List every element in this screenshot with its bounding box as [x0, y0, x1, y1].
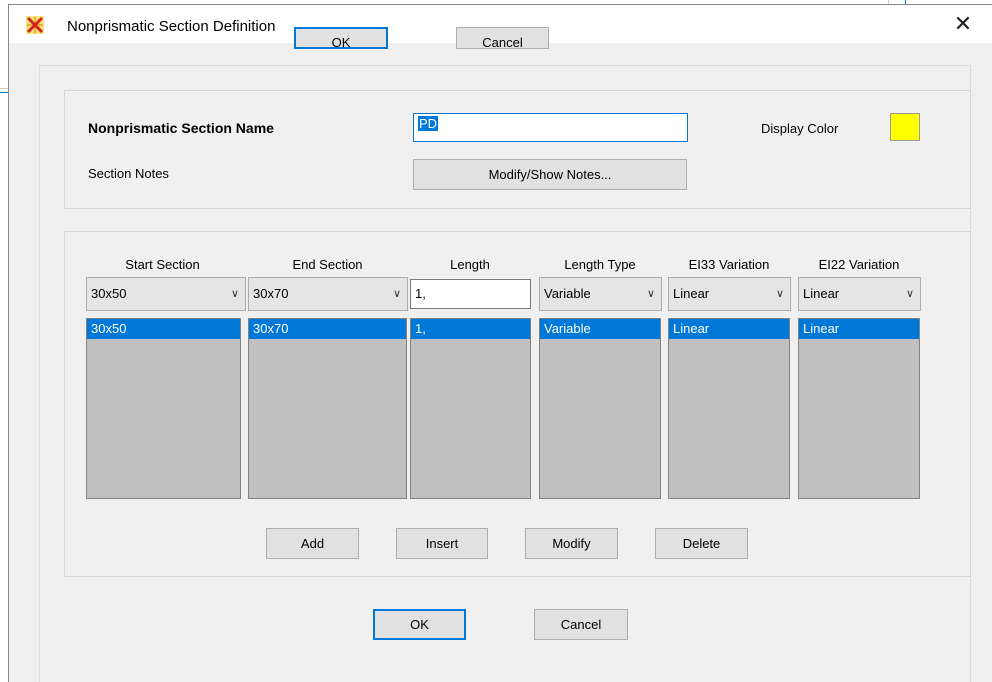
end-section-combo-value: 30x70: [253, 286, 289, 301]
section-name-label: Nonprismatic Section Name: [88, 120, 274, 136]
chevron-down-icon: ∨: [775, 288, 784, 300]
dialog-title: Nonprismatic Section Definition: [67, 18, 276, 35]
chevron-down-icon: ∨: [392, 288, 401, 300]
length-type-combo[interactable]: Variable ∨: [539, 277, 662, 311]
column-header-length-type: Length Type: [564, 257, 636, 272]
start-section-combo-value: 30x50: [91, 286, 127, 301]
section-name-input[interactable]: PD: [413, 113, 688, 142]
section-name-value: PD: [418, 116, 439, 131]
modify-show-notes-button[interactable]: Modify/Show Notes...: [413, 159, 687, 190]
list-item[interactable]: 30x70: [249, 319, 406, 339]
list-item[interactable]: Linear: [669, 319, 789, 339]
background-ok-button: OK: [294, 27, 388, 49]
end-section-list[interactable]: 30x70: [248, 318, 407, 499]
display-color-swatch[interactable]: [890, 113, 920, 141]
ei22-variation-list[interactable]: Linear: [798, 318, 920, 499]
ei33-variation-list[interactable]: Linear: [668, 318, 790, 499]
length-type-list[interactable]: Variable: [539, 318, 661, 499]
list-item[interactable]: 30x50: [87, 319, 240, 339]
insert-button[interactable]: Insert: [396, 528, 488, 559]
column-header-ei22-variation: EI22 Variation: [818, 257, 900, 272]
column-header-start-section: Start Section: [125, 257, 200, 272]
start-section-combo[interactable]: 30x50 ∨: [86, 277, 246, 311]
ei22-variation-combo-value: Linear: [803, 286, 840, 301]
start-section-list[interactable]: 30x50: [86, 318, 241, 499]
length-input[interactable]: 1,: [410, 279, 531, 309]
list-item[interactable]: Variable: [540, 319, 660, 339]
section-notes-label: Section Notes: [88, 166, 169, 181]
ei22-variation-combo[interactable]: Linear ∨: [798, 277, 921, 311]
chevron-down-icon: ∨: [905, 288, 914, 300]
app-icon: [26, 16, 44, 34]
column-header-ei33-variation: EI33 Variation: [688, 257, 770, 272]
section-info-group: [64, 90, 971, 209]
nonprismatic-section-dialog: Nonprismatic Section Definition ✕ OK Can…: [8, 4, 992, 682]
ei33-variation-combo-value: Linear: [673, 286, 710, 301]
chevron-down-icon: ∨: [230, 288, 239, 300]
ok-button[interactable]: OK: [373, 609, 466, 640]
chevron-down-icon: ∨: [646, 288, 655, 300]
modify-button[interactable]: Modify: [525, 528, 618, 559]
column-header-length: Length: [450, 257, 490, 272]
length-list[interactable]: 1,: [410, 318, 531, 499]
length-input-value: 1,: [415, 286, 426, 301]
delete-button[interactable]: Delete: [655, 528, 748, 559]
add-button[interactable]: Add: [266, 528, 359, 559]
display-color-label: Display Color: [761, 121, 839, 136]
end-section-combo[interactable]: 30x70 ∨: [248, 277, 408, 311]
column-header-end-section: End Section: [292, 257, 363, 272]
list-item[interactable]: Linear: [799, 319, 919, 339]
close-button[interactable]: ✕: [933, 9, 992, 41]
list-item[interactable]: 1,: [411, 319, 530, 339]
ei33-variation-combo[interactable]: Linear ∨: [668, 277, 791, 311]
cancel-button[interactable]: Cancel: [534, 609, 628, 640]
length-type-combo-value: Variable: [544, 286, 591, 301]
background-cancel-button: Cancel: [456, 27, 549, 49]
